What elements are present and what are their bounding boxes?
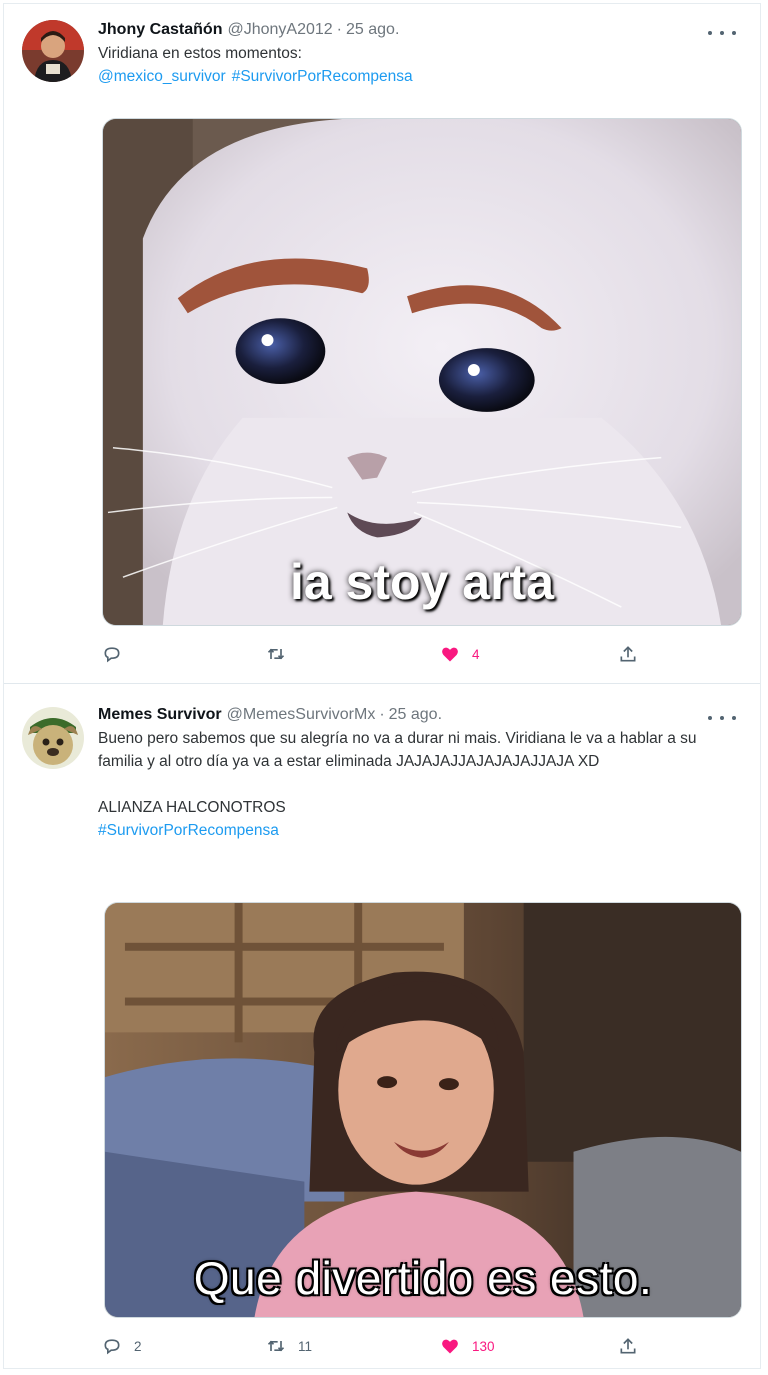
like-button[interactable]: 4 xyxy=(440,641,480,667)
like-button[interactable]: 130 xyxy=(440,1333,495,1359)
more-icon[interactable] xyxy=(708,709,736,727)
tweet-text: Viridiana en estos momentos: xyxy=(98,45,302,62)
reply-count: 2 xyxy=(134,1338,142,1354)
retweet-button[interactable]: 11 xyxy=(266,1333,312,1359)
author-name[interactable]: Memes Survivor xyxy=(98,703,222,727)
reply-icon xyxy=(104,647,120,663)
avatar[interactable] xyxy=(22,707,84,769)
tweet-content: Memes Survivor @MemesSurvivorMx · 25 ago… xyxy=(98,703,742,843)
tweet-actions: 2 11 130 xyxy=(98,1333,742,1359)
retweet-count: 11 xyxy=(298,1338,313,1354)
tweet[interactable]: Jhony Castañón @JhonyA2012 · 25 ago. Vir… xyxy=(4,4,760,684)
author-name[interactable]: Jhony Castañón xyxy=(98,18,222,42)
share-icon xyxy=(620,646,636,662)
tweet-links: #SurvivorPorRecompensa xyxy=(98,819,742,843)
hashtag-link[interactable]: #SurvivorPorRecompensa xyxy=(232,68,413,85)
heart-icon xyxy=(442,1339,458,1354)
tweet-date[interactable]: 25 ago. xyxy=(346,18,399,42)
reply-icon xyxy=(104,1339,120,1355)
reply-button[interactable]: 2 xyxy=(102,1333,142,1359)
cat-meme-image xyxy=(103,119,741,625)
share-icon xyxy=(620,1338,636,1354)
separator: · xyxy=(379,706,385,723)
mention-link[interactable]: @mexico_survivor xyxy=(98,68,226,85)
timeline: Jhony Castañón @JhonyA2012 · 25 ago. Vir… xyxy=(3,3,761,1369)
retweet-button[interactable] xyxy=(266,641,298,667)
author-handle[interactable]: @JhonyA2012 xyxy=(227,18,332,42)
tweet-media-image[interactable]: ia stoy arta xyxy=(102,118,742,626)
tweet-header: Jhony Castañón @JhonyA2012 · 25 ago. xyxy=(98,18,742,42)
like-count: 4 xyxy=(472,646,480,662)
author-handle[interactable]: @MemesSurvivorMx xyxy=(227,703,376,727)
media-caption: ia stoy arta xyxy=(289,554,554,610)
like-count: 130 xyxy=(472,1338,495,1354)
media-caption: Que divertido es esto. xyxy=(193,1252,653,1304)
tweet-content: Jhony Castañón @JhonyA2012 · 25 ago. Vir… xyxy=(98,18,742,89)
tweet-media-image[interactable]: Que divertido es esto. xyxy=(104,902,742,1318)
tweet-actions: 4 xyxy=(98,641,742,667)
hashtag-link[interactable]: #SurvivorPorRecompensa xyxy=(98,822,279,839)
avatar[interactable] xyxy=(22,20,84,82)
retweet-icon xyxy=(267,648,285,660)
retweet-icon xyxy=(267,1340,285,1352)
reply-button[interactable] xyxy=(102,641,134,667)
tweet-links: @mexico_survivor #SurvivorPorRecompensa xyxy=(98,65,742,89)
share-button[interactable] xyxy=(618,641,638,667)
separator: · xyxy=(336,21,342,38)
more-icon[interactable] xyxy=(708,24,736,42)
tweet[interactable]: Memes Survivor @MemesSurvivorMx · 25 ago… xyxy=(4,685,760,1369)
tweet-text: Bueno pero sabemos que su alegría no va … xyxy=(98,730,697,816)
tweet-date[interactable]: 25 ago. xyxy=(389,703,442,727)
share-button[interactable] xyxy=(618,1333,638,1359)
tweet-header: Memes Survivor @MemesSurvivorMx · 25 ago… xyxy=(98,703,742,727)
heart-icon xyxy=(442,647,458,662)
